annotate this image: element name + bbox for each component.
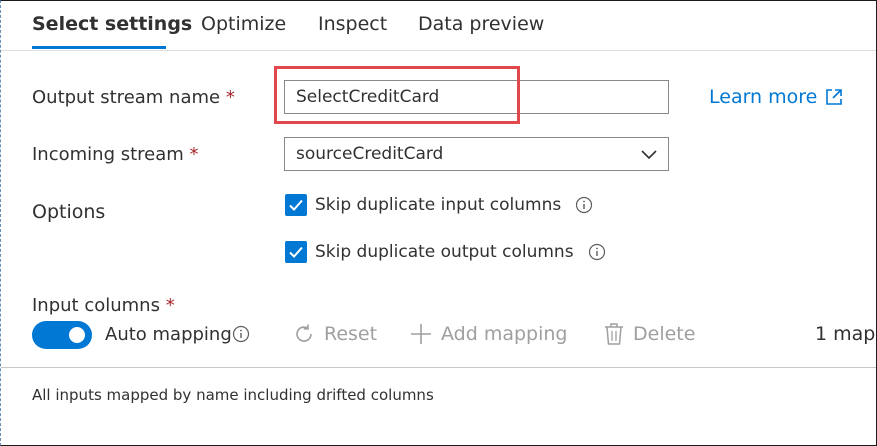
delete-button[interactable]: Delete: [603, 322, 695, 346]
skip-duplicate-input-checkbox[interactable]: [285, 194, 307, 216]
active-tab-indicator: [32, 46, 166, 49]
reset-button[interactable]: Reset: [292, 322, 377, 346]
external-link-icon: [826, 89, 843, 105]
delete-label: Delete: [633, 323, 696, 345]
required-marker: *: [225, 87, 235, 108]
input-columns-label: Input columns *: [32, 295, 175, 316]
tab-bar: Select settings Optimize Inspect Data pr…: [1, 1, 876, 51]
checkmark-icon: [289, 246, 303, 258]
plus-icon: [411, 324, 431, 344]
add-mapping-button[interactable]: Add mapping: [409, 322, 567, 346]
skip-duplicate-output-label[interactable]: Skip duplicate output columns: [315, 242, 574, 262]
incoming-stream-label: Incoming stream *: [32, 144, 199, 165]
learn-more-link[interactable]: Learn more: [709, 86, 843, 108]
info-icon[interactable]: [232, 325, 250, 347]
info-icon[interactable]: [588, 243, 606, 261]
checkmark-icon: [289, 199, 303, 211]
reset-label: Reset: [324, 323, 378, 345]
toggle-knob: [69, 327, 85, 343]
incoming-stream-value: sourceCreditCard: [296, 144, 444, 164]
highlight-box: [274, 66, 520, 124]
tab-select-settings[interactable]: Select settings: [32, 13, 192, 35]
tab-optimize[interactable]: Optimize: [201, 13, 286, 35]
chevron-down-icon: [641, 150, 657, 160]
skip-duplicate-output-checkbox[interactable]: [285, 241, 307, 263]
add-mapping-label: Add mapping: [441, 323, 568, 345]
skip-duplicate-input-label[interactable]: Skip duplicate input columns: [315, 195, 561, 215]
select-settings-panel: Select settings Optimize Inspect Data pr…: [0, 0, 877, 446]
auto-mapping-label: Auto mapping: [105, 324, 232, 345]
skip-duplicate-input-option: Skip duplicate input columns: [285, 194, 593, 216]
required-marker: *: [165, 295, 175, 316]
auto-mapping-note: All inputs mapped by name including drif…: [32, 386, 434, 404]
incoming-stream-select[interactable]: sourceCreditCard: [284, 137, 669, 171]
tab-data-preview[interactable]: Data preview: [418, 13, 544, 35]
info-icon[interactable]: [575, 196, 593, 214]
skip-duplicate-output-option: Skip duplicate output columns: [285, 241, 606, 263]
output-stream-name-text: Output stream name: [32, 87, 221, 108]
incoming-stream-text: Incoming stream: [32, 144, 184, 165]
refresh-icon: [296, 324, 312, 342]
mapping-count: 1 mapp: [815, 323, 876, 345]
tab-inspect[interactable]: Inspect: [318, 13, 387, 35]
trash-icon: [605, 323, 623, 345]
learn-more-label: Learn more: [709, 86, 818, 108]
input-columns-text: Input columns: [32, 295, 160, 316]
auto-mapping-toggle[interactable]: [32, 321, 92, 349]
output-stream-name-label: Output stream name *: [32, 87, 235, 108]
required-marker: *: [189, 144, 199, 165]
divider: [1, 367, 876, 368]
options-label: Options: [32, 201, 106, 223]
